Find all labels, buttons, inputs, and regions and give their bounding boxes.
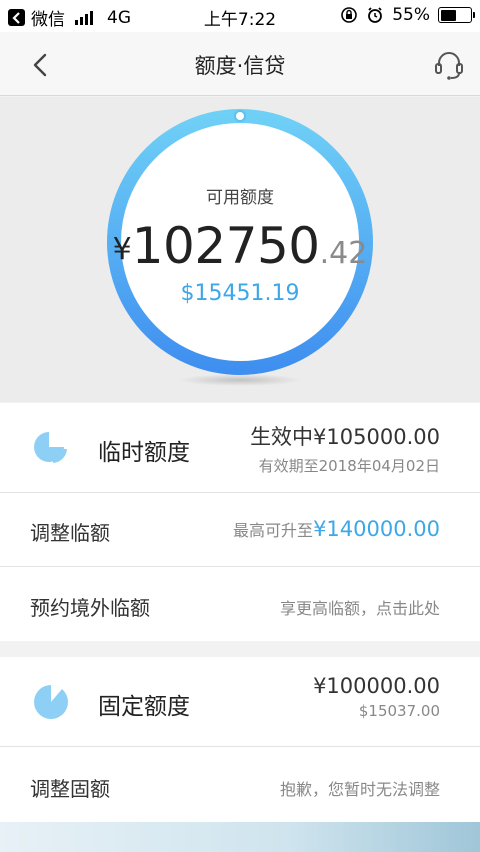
temporary-credit-title: 临时额度: [98, 440, 190, 466]
fixed-credit-title: 固定额度: [98, 694, 190, 720]
status-right: 55%: [340, 5, 475, 25]
fixed-credit-usd: $15037.00: [358, 702, 440, 720]
credit-hero: 可用额度 ¥102750.42 $15451.19: [0, 97, 480, 402]
nav-bar: 额度·信贷: [0, 32, 480, 96]
fixed-credit-amount: ¥100000.00: [313, 674, 440, 698]
gauge-shadow: [178, 374, 302, 386]
reserve-overseas-row[interactable]: 预约境外临额 享更高临额，点击此处: [0, 567, 480, 641]
bottom-banner[interactable]: [0, 822, 480, 852]
fixed-credit-info: ¥100000.00 $15037.00: [313, 674, 440, 720]
reserve-overseas-label: 预约境外临额: [30, 596, 150, 620]
temporary-credit-status: 生效中¥105000.00: [250, 425, 440, 449]
temporary-credit-card[interactable]: 临时额度 生效中¥105000.00 有效期至2018年04月02日: [0, 403, 480, 492]
temporary-credit-info: 生效中¥105000.00 有效期至2018年04月02日: [250, 421, 440, 476]
adjust-fixed-label: 调整固额: [30, 777, 110, 801]
fixed-credit-card[interactable]: 固定额度 ¥100000.00 $15037.00: [0, 657, 480, 746]
reserve-overseas-hint: 享更高临额，点击此处: [279, 599, 440, 618]
battery-icon: [438, 7, 475, 23]
temporary-credit-validity: 有效期至2018年04月02日: [258, 457, 440, 475]
pie-chart-icon: [34, 684, 68, 719]
max-increase-prefix: 最高可升至: [233, 521, 314, 540]
alarm-icon: [368, 7, 383, 23]
amount-integer: 102750: [131, 217, 320, 275]
max-increase-amount: ¥140000.00: [313, 517, 440, 541]
adjust-temporary-row[interactable]: 调整临额 最高可升至¥140000.00: [0, 493, 480, 566]
available-credit-usd: $15451.19: [180, 281, 300, 306]
battery-percent: 55%: [392, 5, 430, 25]
currency-symbol: ¥: [112, 232, 132, 267]
adjust-temporary-hint: 最高可升至¥140000.00: [233, 517, 440, 541]
available-credit-label: 可用额度: [206, 188, 274, 208]
pie-chart-icon: [34, 432, 67, 463]
adjust-temporary-label: 调整临额: [30, 521, 110, 545]
adjust-fixed-row[interactable]: 调整固额 抱歉，您暂时无法调整: [0, 747, 480, 822]
headset-icon[interactable]: [432, 48, 466, 82]
page-title: 额度·信贷: [194, 54, 286, 78]
amount-decimal: .42: [319, 236, 368, 271]
battery-level: [440, 9, 457, 21]
adjust-fixed-hint: 抱歉，您暂时无法调整: [279, 780, 440, 799]
available-credit-amount: ¥102750.42: [0, 217, 480, 275]
status-bar: 微信 4G 上午7:22 55%: [0, 0, 480, 32]
rotation-lock-icon: [341, 7, 358, 23]
